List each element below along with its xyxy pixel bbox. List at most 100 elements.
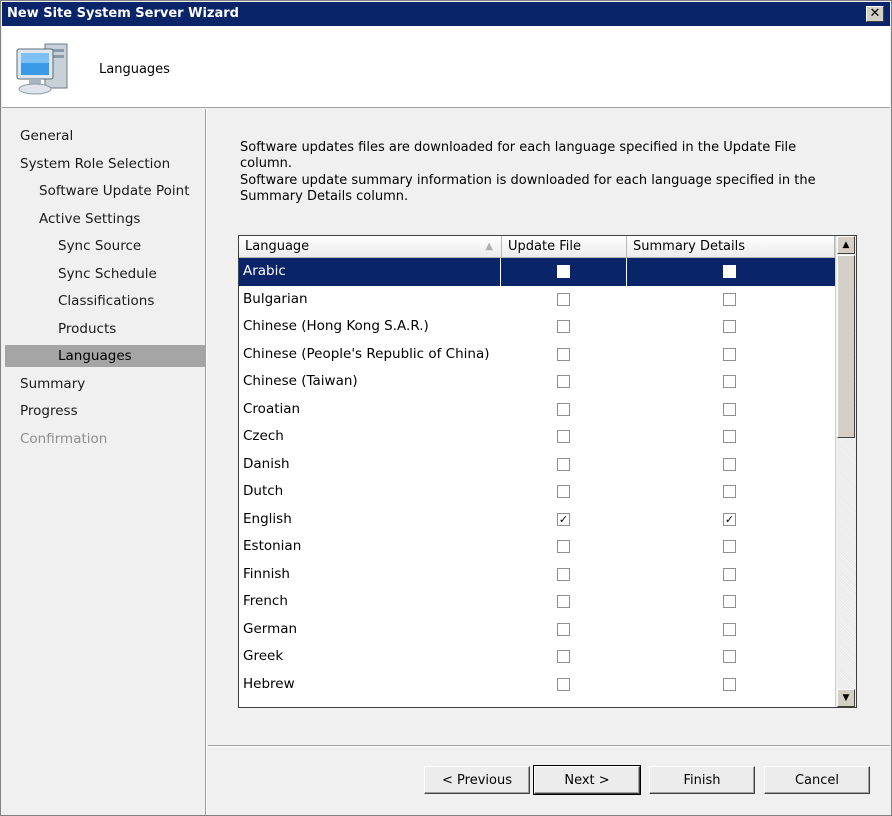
computer-icon: [15, 39, 81, 105]
summary-details-checkbox[interactable]: [723, 677, 736, 691]
summary-details-checkbox[interactable]: [723, 320, 736, 333]
summary-details-cell: [627, 341, 835, 369]
summary-details-cell: [627, 368, 835, 396]
table-row[interactable]: Finnish: [239, 561, 835, 589]
nav-item-sync-schedule[interactable]: Sync Schedule: [5, 263, 205, 285]
language-cell: Czech: [243, 428, 284, 444]
language-cell: Estonian: [243, 538, 302, 554]
summary-details-checkbox[interactable]: [723, 595, 736, 608]
nav-item-active-settings[interactable]: Active Settings: [5, 208, 205, 230]
update-file-checkbox[interactable]: [557, 347, 570, 361]
nav-item-summary[interactable]: Summary: [5, 373, 205, 395]
update-file-checkbox[interactable]: [557, 375, 570, 388]
table-row[interactable]: German: [239, 616, 835, 644]
language-cell: Greek: [243, 648, 284, 664]
update-file-checkbox[interactable]: [557, 430, 570, 443]
page-title: Languages: [99, 62, 170, 77]
finish-button[interactable]: Finish: [649, 766, 755, 794]
summary-details-checkbox[interactable]: [723, 375, 736, 388]
update-file-cell: ✓: [502, 506, 627, 534]
scroll-thumb[interactable]: [837, 255, 855, 438]
update-file-cell: [502, 286, 627, 314]
close-button[interactable]: ✕: [866, 6, 884, 22]
previous-button[interactable]: < Previous: [424, 766, 530, 794]
update-file-checkbox[interactable]: [557, 457, 570, 471]
table-row[interactable]: Danish: [239, 451, 835, 479]
update-file-checkbox[interactable]: [557, 595, 570, 608]
summary-details-checkbox[interactable]: [723, 430, 736, 443]
update-file-checkbox[interactable]: [557, 485, 570, 498]
nav-item-products[interactable]: Products: [5, 318, 205, 340]
language-cell: French: [243, 593, 288, 609]
update-file-cell: [502, 368, 627, 396]
update-file-checkbox[interactable]: [557, 567, 570, 581]
vertical-scrollbar[interactable]: ▲ ▼: [835, 236, 856, 707]
table-row[interactable]: Hebrew: [239, 671, 835, 699]
update-file-checkbox[interactable]: [557, 650, 570, 663]
nav-item-sync-source[interactable]: Sync Source: [5, 235, 205, 257]
table-row[interactable]: Dutch: [239, 478, 835, 506]
summary-details-checkbox[interactable]: [723, 622, 736, 636]
update-file-checkbox[interactable]: ✓: [557, 512, 570, 526]
update-file-checkbox[interactable]: [557, 265, 570, 278]
wizard-header: Languages: [2, 26, 890, 108]
summary-details-cell: [627, 478, 835, 506]
table-row[interactable]: Chinese (Taiwan): [239, 368, 835, 396]
table-row[interactable]: Croatian: [239, 396, 835, 424]
summary-details-checkbox[interactable]: ✓: [723, 512, 736, 526]
update-file-checkbox[interactable]: [557, 402, 570, 416]
table-row[interactable]: French: [239, 588, 835, 616]
nav-item-classifications[interactable]: Classifications: [5, 290, 205, 312]
summary-details-cell: [627, 561, 835, 589]
summary-details-checkbox[interactable]: [723, 402, 736, 416]
update-file-cell: [502, 313, 627, 341]
scroll-down-button[interactable]: ▼: [837, 689, 855, 707]
table-row[interactable]: English ✓ ✓: [239, 506, 835, 534]
summary-details-checkbox[interactable]: [723, 347, 736, 361]
nav-item-system-role-selection[interactable]: System Role Selection: [5, 153, 205, 175]
table-row[interactable]: Arabic: [239, 258, 835, 286]
nav-item-progress[interactable]: Progress: [5, 400, 205, 422]
table-row[interactable]: Czech: [239, 423, 835, 451]
summary-details-cell: [627, 616, 835, 644]
update-file-cell: [502, 451, 627, 479]
scroll-up-button[interactable]: ▲: [837, 236, 855, 254]
column-header-summary-details[interactable]: Summary Details: [627, 236, 835, 258]
summary-details-cell: [627, 588, 835, 616]
sort-ascending-icon: ▲: [485, 241, 493, 252]
language-cell: Croatian: [243, 400, 301, 417]
next-button[interactable]: Next >: [533, 765, 641, 795]
table-row[interactable]: Estonian: [239, 533, 835, 561]
summary-details-cell: [627, 286, 835, 314]
summary-details-cell: [627, 258, 835, 286]
update-file-checkbox[interactable]: [557, 677, 570, 691]
summary-details-cell: [627, 396, 835, 424]
column-header-language-label: Language: [245, 239, 310, 254]
column-header-language[interactable]: Language ▲: [239, 236, 502, 258]
grid-rows: Arabic Bulgarian Chinese (Hong Kong S.A.R.…: [239, 258, 835, 707]
summary-details-checkbox[interactable]: [723, 567, 736, 581]
update-file-cell: [502, 258, 627, 286]
update-file-checkbox[interactable]: [557, 540, 570, 553]
column-header-update-file[interactable]: Update File: [502, 236, 627, 258]
table-row[interactable]: Greek: [239, 643, 835, 671]
summary-details-cell: [627, 313, 835, 341]
update-file-checkbox[interactable]: [557, 622, 570, 636]
nav-item-languages[interactable]: Languages: [5, 345, 205, 367]
summary-details-cell: [627, 451, 835, 479]
language-cell: English: [243, 510, 292, 527]
summary-details-checkbox[interactable]: [723, 292, 736, 306]
nav-item-software-update-point[interactable]: Software Update Point: [5, 180, 205, 202]
table-row[interactable]: Chinese (People's Republic of China): [239, 341, 835, 369]
cancel-button[interactable]: Cancel: [764, 766, 870, 794]
update-file-checkbox[interactable]: [557, 320, 570, 333]
summary-details-checkbox[interactable]: [723, 540, 736, 553]
table-row[interactable]: Chinese (Hong Kong S.A.R.): [239, 313, 835, 341]
summary-details-checkbox[interactable]: [723, 457, 736, 471]
summary-details-checkbox[interactable]: [723, 650, 736, 663]
table-row[interactable]: Bulgarian: [239, 286, 835, 314]
nav-item-general[interactable]: General: [5, 125, 205, 147]
summary-details-checkbox[interactable]: [723, 485, 736, 498]
update-file-checkbox[interactable]: [557, 292, 570, 306]
summary-details-checkbox[interactable]: [723, 265, 736, 278]
